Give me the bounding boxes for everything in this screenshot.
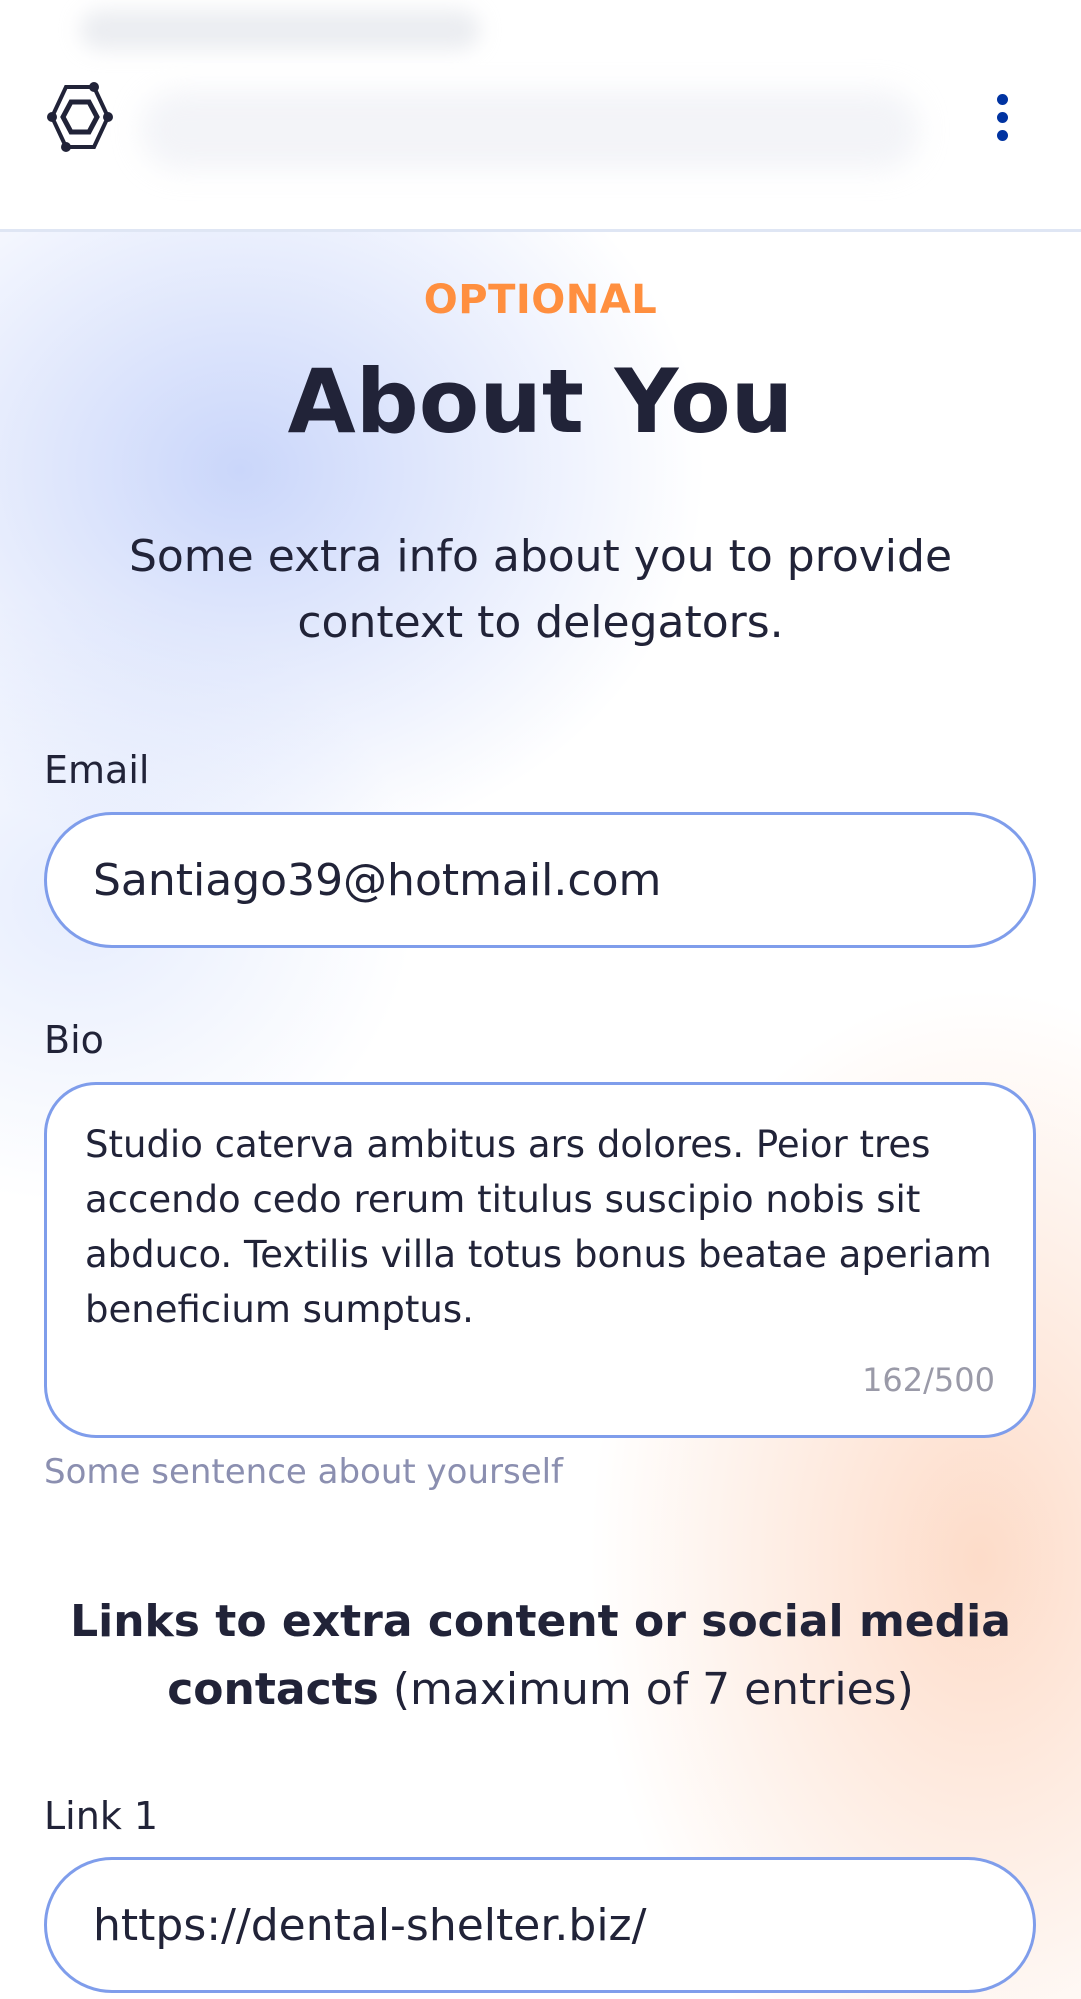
app-header: [0, 0, 1081, 232]
link-1-label: Link 1: [44, 1794, 159, 1838]
optional-eyebrow: OPTIONAL: [423, 277, 658, 323]
bio-textarea[interactable]: Studio caterva ambitus ars dolores. Peio…: [85, 1117, 1005, 1353]
about-you-page: OPTIONAL About You Some extra info about…: [0, 0, 1081, 1999]
header-blurred-background-2: [140, 90, 920, 170]
bio-helper-text: Some sentence about yourself: [44, 1452, 564, 1492]
email-label: Email: [44, 748, 150, 792]
links-heading-note: (maximum of 7 entries): [378, 1664, 914, 1715]
bio-field-container[interactable]: Studio caterva ambitus ars dolores. Peio…: [44, 1082, 1036, 1438]
menu-dot: [996, 129, 1008, 141]
bio-character-counter: 162/500: [862, 1361, 995, 1399]
page-title: About You: [287, 350, 794, 453]
page-subtitle: Some extra info about you to provide con…: [128, 531, 953, 648]
header-blurred-background: [80, 10, 480, 50]
email-field[interactable]: [44, 812, 1036, 948]
hexagon-logo-icon[interactable]: [42, 82, 118, 152]
menu-dot: [996, 111, 1008, 123]
menu-dot: [996, 93, 1008, 105]
bio-label: Bio: [44, 1018, 104, 1062]
links-section-heading: Links to extra content or social media c…: [60, 1588, 1021, 1724]
link-1-field[interactable]: [44, 1857, 1036, 1993]
kebab-menu-icon[interactable]: [982, 82, 1022, 152]
